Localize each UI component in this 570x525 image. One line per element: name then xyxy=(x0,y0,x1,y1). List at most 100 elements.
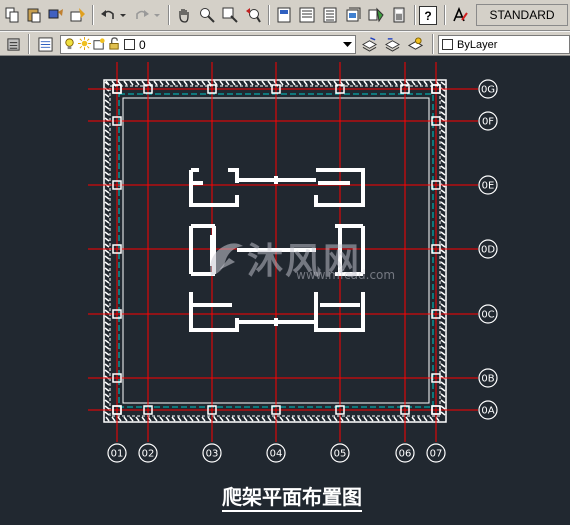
wall-hatch xyxy=(440,267,446,272)
layer-previous-icon[interactable] xyxy=(383,35,401,53)
copy-icon[interactable] xyxy=(2,4,22,25)
color-select[interactable]: ByLayer xyxy=(438,35,570,54)
wall-hatch xyxy=(104,411,110,416)
wall-hatch xyxy=(309,80,314,86)
wall-hatch xyxy=(135,80,140,86)
wall-hatch xyxy=(440,381,446,386)
calculator-icon[interactable] xyxy=(389,4,409,25)
chevron-down-icon[interactable] xyxy=(341,37,354,52)
wall-hatch xyxy=(104,273,110,278)
wall-hatch xyxy=(440,297,446,302)
redo-icon[interactable] xyxy=(132,4,152,25)
wall-hatch xyxy=(440,231,446,236)
paste-icon[interactable] xyxy=(24,4,44,25)
wall-hatch xyxy=(207,416,212,422)
wall-hatch xyxy=(345,80,350,86)
wall-hatch xyxy=(104,177,110,182)
wall-hatch xyxy=(104,105,110,110)
wall-hatch xyxy=(104,201,110,206)
sheet-set-icon[interactable] xyxy=(343,4,363,25)
drawing-canvas[interactable]: 01 02 03 04 05 06 07 0G 0F 0E 0D 0C 0B 0A www.mfcad.c… xyxy=(0,56,570,525)
wall-hatch xyxy=(333,416,338,422)
wall-hatch xyxy=(159,80,164,86)
wall-hatch xyxy=(369,80,374,86)
wall-hatch xyxy=(104,321,110,326)
wall-hatch xyxy=(111,416,116,422)
wall-hatch xyxy=(381,416,386,422)
wall-hatch xyxy=(104,363,110,368)
text-style-icon[interactable] xyxy=(450,4,470,25)
wall-hatch xyxy=(417,80,422,86)
wall-hatch xyxy=(363,416,368,422)
wall-hatch xyxy=(171,416,176,422)
layer-select[interactable]: 0 xyxy=(60,35,356,54)
wall-hatch xyxy=(321,416,326,422)
wall-hatch xyxy=(104,381,110,386)
wall-hatch xyxy=(369,416,374,422)
wall-hatch xyxy=(104,309,110,314)
wall-hatch xyxy=(105,416,110,422)
wall-hatch xyxy=(104,315,110,320)
wall-hatch xyxy=(189,80,194,86)
wall-hatch xyxy=(104,297,110,302)
wall-hatch xyxy=(249,416,254,422)
tool-palettes-icon[interactable] xyxy=(320,4,340,25)
floor-plan: 01 02 03 04 05 06 07 0G 0F 0E 0D 0C 0B 0A xyxy=(88,62,498,463)
wall-hatch xyxy=(225,416,230,422)
wall-hatch xyxy=(297,80,302,86)
wall-hatch xyxy=(285,80,290,86)
design-center-icon[interactable] xyxy=(297,4,317,25)
wall-hatch xyxy=(357,416,362,422)
properties-icon[interactable] xyxy=(274,4,294,25)
markup-icon[interactable] xyxy=(366,4,386,25)
undo-dropdown-icon[interactable] xyxy=(118,4,128,25)
wall-hatch xyxy=(104,129,110,134)
wall-hatch xyxy=(159,416,164,422)
wall-hatch xyxy=(231,80,236,86)
wall-hatch xyxy=(440,351,446,356)
pan-icon[interactable] xyxy=(174,4,194,25)
wall-hatch xyxy=(440,249,446,254)
lightbulb-icon xyxy=(63,37,76,53)
wall-hatch xyxy=(104,243,110,248)
zoom-previous-icon[interactable] xyxy=(243,4,263,25)
zoom-realtime-icon[interactable] xyxy=(197,4,217,25)
wall-hatch xyxy=(141,416,146,422)
wall-hatch xyxy=(440,387,446,392)
layer-manager-icon[interactable] xyxy=(4,35,22,53)
wall-hatch xyxy=(261,416,266,422)
zoom-window-icon[interactable] xyxy=(220,4,240,25)
help-button[interactable]: ? xyxy=(419,6,437,25)
make-layer-current-icon[interactable] xyxy=(360,35,378,53)
wall-hatch xyxy=(123,416,128,422)
wall-hatch xyxy=(375,416,380,422)
wall-hatch xyxy=(104,357,110,362)
wall-hatch xyxy=(104,111,110,116)
wall-hatch xyxy=(201,416,206,422)
axis-label: 06 xyxy=(399,449,412,460)
wall-hatch xyxy=(440,99,446,104)
match-properties-icon[interactable] xyxy=(46,4,66,25)
layer-states-icon[interactable] xyxy=(36,35,54,53)
block-editor-icon[interactable] xyxy=(68,4,88,25)
wall-hatch xyxy=(117,416,122,422)
wall-hatch xyxy=(104,171,110,176)
wall-hatch xyxy=(267,80,272,86)
wall-hatch xyxy=(104,327,110,332)
wall-hatch xyxy=(440,201,446,206)
wall-hatch xyxy=(357,80,362,86)
layer-isolate-icon[interactable] xyxy=(406,35,424,53)
wall-hatch xyxy=(183,80,188,86)
wall-hatch xyxy=(387,416,392,422)
wall-hatch xyxy=(104,93,110,98)
wall-hatch xyxy=(440,255,446,260)
undo-icon[interactable] xyxy=(98,4,118,25)
wall-hatch xyxy=(104,135,110,140)
axis-label: 05 xyxy=(334,449,347,460)
redo-dropdown-icon[interactable] xyxy=(152,4,162,25)
text-style-select[interactable]: STANDARD xyxy=(476,4,568,26)
wall-hatch xyxy=(321,80,326,86)
wall-hatch xyxy=(423,416,428,422)
wall-hatch xyxy=(327,416,332,422)
wall-hatch xyxy=(303,416,308,422)
